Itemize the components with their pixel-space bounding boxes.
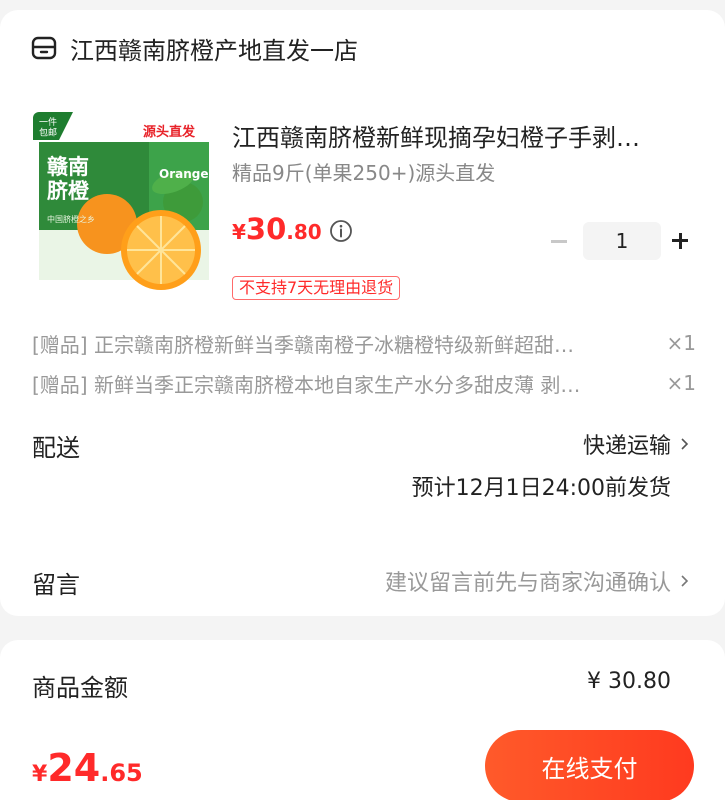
product-spec: 精品9斤(单果250+)源头直发 (232, 161, 496, 185)
image-box-label: Orange (159, 167, 209, 181)
gift-qty: ×1 (666, 331, 696, 355)
product-image[interactable]: 一件包邮 源头直发 赣南脐橙 Orange 中国脐橙之乡 (33, 112, 215, 294)
total-currency: ¥ (32, 762, 48, 787)
total-integer: 24 (47, 746, 101, 790)
message-input[interactable]: 建议留言前先与商家沟通确认 (385, 565, 691, 597)
gift-text: 正宗赣南脐橙新鲜当季赣南橙子冰糖橙特级新鲜超甜… (93, 332, 574, 357)
minus-icon (551, 239, 567, 243)
shop-header[interactable]: 江西赣南脐橙产地直发一店 (30, 28, 358, 68)
delivery-method-selector[interactable]: 快递运输 (583, 428, 691, 460)
image-sub-text: 中国脐橙之乡 (47, 214, 95, 224)
quantity-value[interactable]: 1 (583, 222, 661, 260)
goods-amount-value: ¥ 30.80 (587, 669, 671, 694)
shop-name: 江西赣南脐橙产地直发一店 (70, 36, 358, 65)
decrease-quantity-button[interactable] (545, 222, 573, 260)
gift-text: 新鲜当季正宗赣南脐橙本地自家生产水分多甜皮薄 剥… (93, 372, 581, 397)
total-decimal: .65 (100, 759, 143, 787)
store-icon (31, 36, 57, 60)
message-placeholder: 建议留言前先与商家沟通确认 (384, 571, 671, 596)
image-brand-text: 赣南脐橙 (47, 155, 90, 203)
gift-tag: [赠品] (32, 332, 88, 357)
increase-quantity-button[interactable] (666, 222, 694, 260)
gift-item[interactable]: [赠品] 正宗赣南脐橙新鲜当季赣南橙子冰糖橙特级新鲜超甜… ×1 (32, 328, 696, 358)
product-price: ¥ 30 .80 (232, 212, 322, 246)
price-currency: ¥ (232, 220, 246, 244)
estimated-ship-date: 预计12月1日24:00前发货 (411, 476, 671, 501)
price-decimal: .80 (286, 220, 322, 244)
product-title[interactable]: 江西赣南脐橙新鲜现摘孕妇橙子手剥… (232, 118, 702, 153)
image-source-label: 源头直发 (143, 124, 196, 140)
quantity-stepper: 1 (545, 222, 694, 260)
gift-item[interactable]: [赠品] 新鲜当季正宗赣南脐橙本地自家生产水分多甜皮薄 剥… ×1 (32, 368, 696, 398)
chevron-right-icon (681, 575, 689, 587)
total-price: ¥ 24 .65 (32, 746, 143, 790)
price-integer: 30 (245, 212, 287, 246)
return-policy-badge: 不支持7天无理由退货 (232, 276, 401, 300)
order-card (0, 10, 725, 616)
delivery-method: 快递运输 (582, 434, 671, 459)
info-icon[interactable] (329, 219, 353, 243)
goods-amount-label: 商品金额 (32, 674, 128, 702)
chevron-right-icon (681, 438, 689, 450)
gift-tag: [赠品] (32, 372, 88, 397)
pay-online-button[interactable]: 在线支付 (485, 730, 694, 800)
image-corner-tag: 一件包邮 (39, 116, 57, 138)
delivery-label: 配送 (32, 434, 80, 462)
message-label: 留言 (32, 571, 80, 599)
gift-qty: ×1 (666, 371, 696, 395)
